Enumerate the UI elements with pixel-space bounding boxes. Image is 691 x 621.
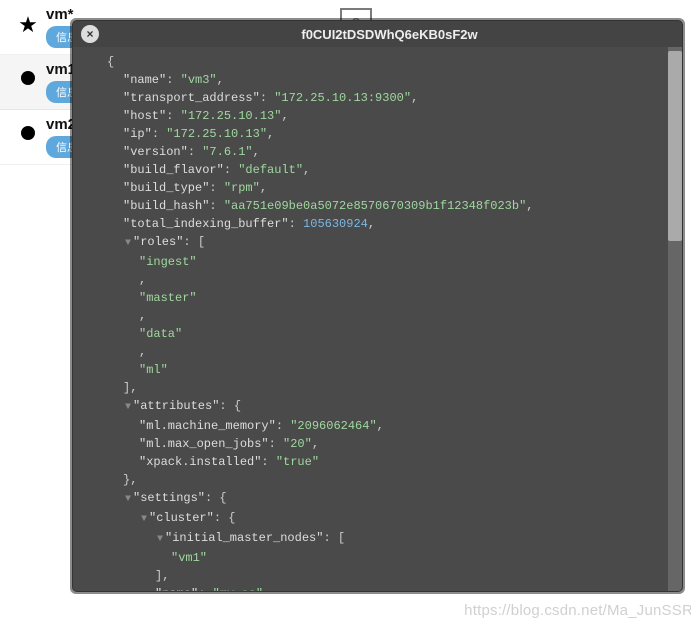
collapse-icon[interactable]: ▼ xyxy=(123,491,133,509)
close-icon[interactable]: × xyxy=(81,25,99,43)
scrollbar[interactable] xyxy=(668,47,682,591)
scroll-thumb[interactable] xyxy=(668,51,682,241)
collapse-icon[interactable]: ▼ xyxy=(139,511,149,529)
watermark: https://blog.csdn.net/Ma_JunSSR xyxy=(464,602,691,619)
modal-header: × f0CUI2tDSDWhQ6eKB0sF2w xyxy=(73,21,682,47)
collapse-icon[interactable]: ▼ xyxy=(123,399,133,417)
collapse-icon[interactable]: ▼ xyxy=(123,235,133,253)
dot-icon xyxy=(10,116,46,140)
dot-icon xyxy=(10,61,46,85)
collapse-icon[interactable]: ▼ xyxy=(155,531,165,549)
modal-overlay: × f0CUI2tDSDWhQ6eKB0sF2w { "name": "vm3"… xyxy=(70,18,685,594)
json-viewer: { "name": "vm3", "transport_address": "1… xyxy=(73,47,668,591)
modal: × f0CUI2tDSDWhQ6eKB0sF2w { "name": "vm3"… xyxy=(72,20,683,592)
star-icon: ★ xyxy=(10,6,46,38)
modal-title: f0CUI2tDSDWhQ6eKB0sF2w xyxy=(105,27,674,42)
